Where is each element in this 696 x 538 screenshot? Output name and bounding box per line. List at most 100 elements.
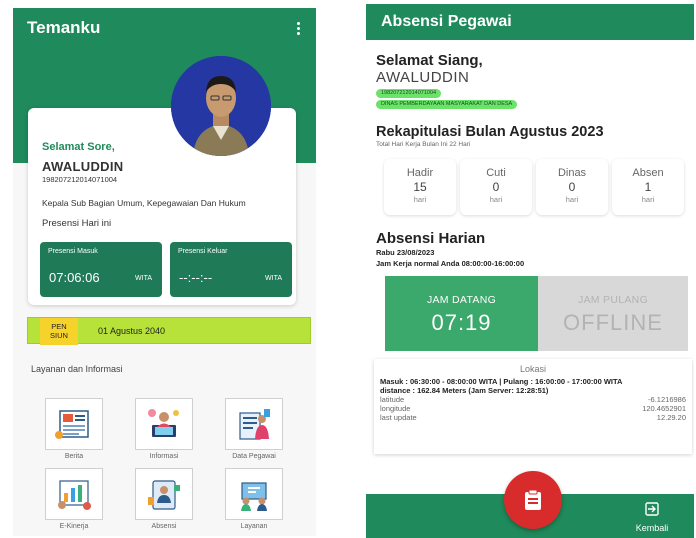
- app-bar: Absensi Pegawai: [366, 4, 694, 40]
- stat-value: 1: [644, 180, 652, 194]
- recap-title: Rekapitulasi Bulan Agustus 2023: [376, 124, 604, 140]
- menu-label: Berita: [64, 453, 84, 460]
- performance-icon: [58, 480, 91, 510]
- location-value: -6.1216986: [648, 395, 686, 404]
- stat-value: 15: [413, 180, 427, 194]
- normal-work-hours: Jam Kerja normal Anda 08:00:00-16:00:00: [376, 259, 525, 268]
- stat-unit: hari: [565, 195, 579, 204]
- avatar[interactable]: [171, 56, 271, 156]
- presensi-keluar-label: Presensi Keluar: [178, 248, 228, 255]
- distance-text: distance : 162.84 Meters (Jam Server: 12…: [380, 385, 549, 395]
- menu-label: Data Pegawai: [232, 453, 276, 460]
- location-value: 12.29.20: [656, 413, 686, 422]
- location-key: longitude: [380, 404, 411, 413]
- menu-tile[interactable]: [225, 398, 283, 450]
- employee-data-icon: [239, 409, 270, 440]
- stat-unit: hari: [413, 195, 427, 204]
- presensi-today-label: Presensi Hari ini: [42, 218, 112, 229]
- exit-arrow-icon: [645, 502, 659, 516]
- attendance-icon: [148, 480, 180, 510]
- jam-pulang-value: OFFLINE: [563, 310, 663, 335]
- menu-item-absensi[interactable]: Absensi: [135, 468, 193, 530]
- presensi-keluar-time: --:--:--: [179, 270, 213, 285]
- jam-pulang-label: JAM PULANG: [577, 294, 649, 306]
- app-title: Temanku: [27, 18, 101, 37]
- department-chip: DINAS PEMBERDAYAAN MASYARAKAT DAN DESA: [376, 100, 518, 109]
- location-row-latitude: latitude -6.1216986: [380, 395, 686, 404]
- service-icon: [241, 482, 267, 511]
- presensi-masuk-box[interactable]: Presensi Masuk 07:06:06 WITA: [40, 242, 162, 297]
- menu-item-e-kinerja[interactable]: E-Kinerja: [45, 468, 103, 530]
- presensi-masuk-tz: WITA: [135, 275, 152, 282]
- kembali-label: Kembali: [635, 523, 669, 533]
- menu-item-data-pegawai[interactable]: Data Pegawai: [225, 398, 283, 460]
- stat-unit: hari: [641, 195, 655, 204]
- menu-tile[interactable]: [45, 398, 103, 450]
- presensi-keluar-box[interactable]: Presensi Keluar --:--:-- WITA: [170, 242, 292, 297]
- info-icon: [148, 409, 179, 437]
- clipboard-icon: [525, 489, 541, 510]
- menu-tile[interactable]: [135, 468, 193, 520]
- menu-label: Absensi: [151, 523, 177, 530]
- stat-card-absen: Absen 1 hari: [612, 159, 684, 215]
- app-title: Absensi Pegawai: [381, 13, 512, 30]
- menu-item-berita[interactable]: Berita: [45, 398, 103, 460]
- jam-pulang-panel[interactable]: JAM PULANG OFFLINE: [538, 276, 688, 351]
- location-row-last-update: last update 12.29.20: [380, 413, 686, 422]
- jam-datang-panel[interactable]: JAM DATANG 07:19: [385, 276, 538, 351]
- presensi-keluar-tz: WITA: [265, 275, 282, 282]
- menu-tile[interactable]: [135, 398, 193, 450]
- profile-photo-icon: [171, 56, 271, 156]
- menu-label: Layanan: [240, 523, 268, 530]
- jam-datang-label: JAM DATANG: [426, 294, 497, 306]
- services-label: Layanan dan Informasi: [31, 364, 123, 374]
- recap-subtitle: Total Hari Kerja Bulan Ini 22 Hari: [376, 141, 471, 148]
- location-row-longitude: longitude 120.4652901: [380, 404, 686, 413]
- absensi-app-screen: Absensi Pegawai Selamat Siang, AWALUDDIN…: [366, 4, 694, 538]
- location-key: latitude: [380, 395, 405, 404]
- pension-date: 01 Agustus 2040: [98, 326, 166, 336]
- user-nip: 198207212014071004: [42, 175, 118, 184]
- pension-badge-line2: SIUN: [50, 331, 68, 340]
- menu-label: Informasi: [149, 453, 179, 460]
- greeting-text: Selamat Siang,: [376, 52, 483, 69]
- stat-value: 0: [568, 180, 576, 194]
- nip-chip: 198207212014071004: [376, 89, 442, 98]
- user-name: AWALUDDIN: [42, 159, 124, 174]
- menu-item-layanan[interactable]: Layanan: [225, 468, 283, 530]
- menu-item-informasi[interactable]: Informasi: [135, 398, 193, 460]
- temanku-app-screen: Temanku Selamat Sore, AWALUDDIN 19820721…: [13, 8, 316, 536]
- kembali-button[interactable]: Kembali: [622, 502, 682, 533]
- stat-unit: hari: [489, 195, 503, 204]
- location-value: 120.4652901: [642, 404, 686, 413]
- stat-label: Hadir: [406, 167, 434, 179]
- stat-card-cuti: Cuti 0 hari: [460, 159, 532, 215]
- news-icon: [55, 410, 89, 439]
- stat-label: Dinas: [557, 167, 587, 179]
- menu-tile[interactable]: [225, 468, 283, 520]
- location-title: Lokasi: [519, 364, 546, 374]
- daily-attendance-title: Absensi Harian: [376, 230, 486, 247]
- daily-date: Rabu 23/08/2023: [376, 248, 435, 257]
- greeting-text: Selamat Sore,: [42, 141, 115, 153]
- stat-card-hadir: Hadir 15 hari: [384, 159, 456, 215]
- menu-label: E-Kinerja: [59, 523, 89, 530]
- user-position: Kepala Sub Bagian Umum, Kepegawaian Dan …: [42, 198, 246, 208]
- location-card: Lokasi Masuk : 06:30:00 - 08:00:00 WITA …: [374, 359, 692, 454]
- stat-value: 0: [492, 180, 500, 194]
- stat-card-dinas: Dinas 0 hari: [536, 159, 608, 215]
- presensi-masuk-time: 07:06:06: [49, 270, 100, 285]
- app-bar: Temanku: [13, 8, 316, 48]
- more-vert-icon[interactable]: [293, 18, 304, 39]
- pension-bar: PEN SIUN 01 Agustus 2040: [27, 317, 311, 345]
- stat-label: Cuti: [486, 167, 506, 179]
- jam-datang-value: 07:19: [431, 310, 492, 335]
- pension-badge-line1: PEN: [51, 322, 67, 331]
- menu-tile[interactable]: [45, 468, 103, 520]
- clipboard-fab-button[interactable]: [504, 471, 562, 529]
- location-key: last update: [380, 413, 417, 422]
- stat-label: Absen: [632, 167, 664, 179]
- pension-badge: PEN SIUN: [40, 318, 78, 345]
- user-name: AWALUDDIN: [376, 69, 470, 86]
- presensi-masuk-label: Presensi Masuk: [48, 248, 98, 255]
